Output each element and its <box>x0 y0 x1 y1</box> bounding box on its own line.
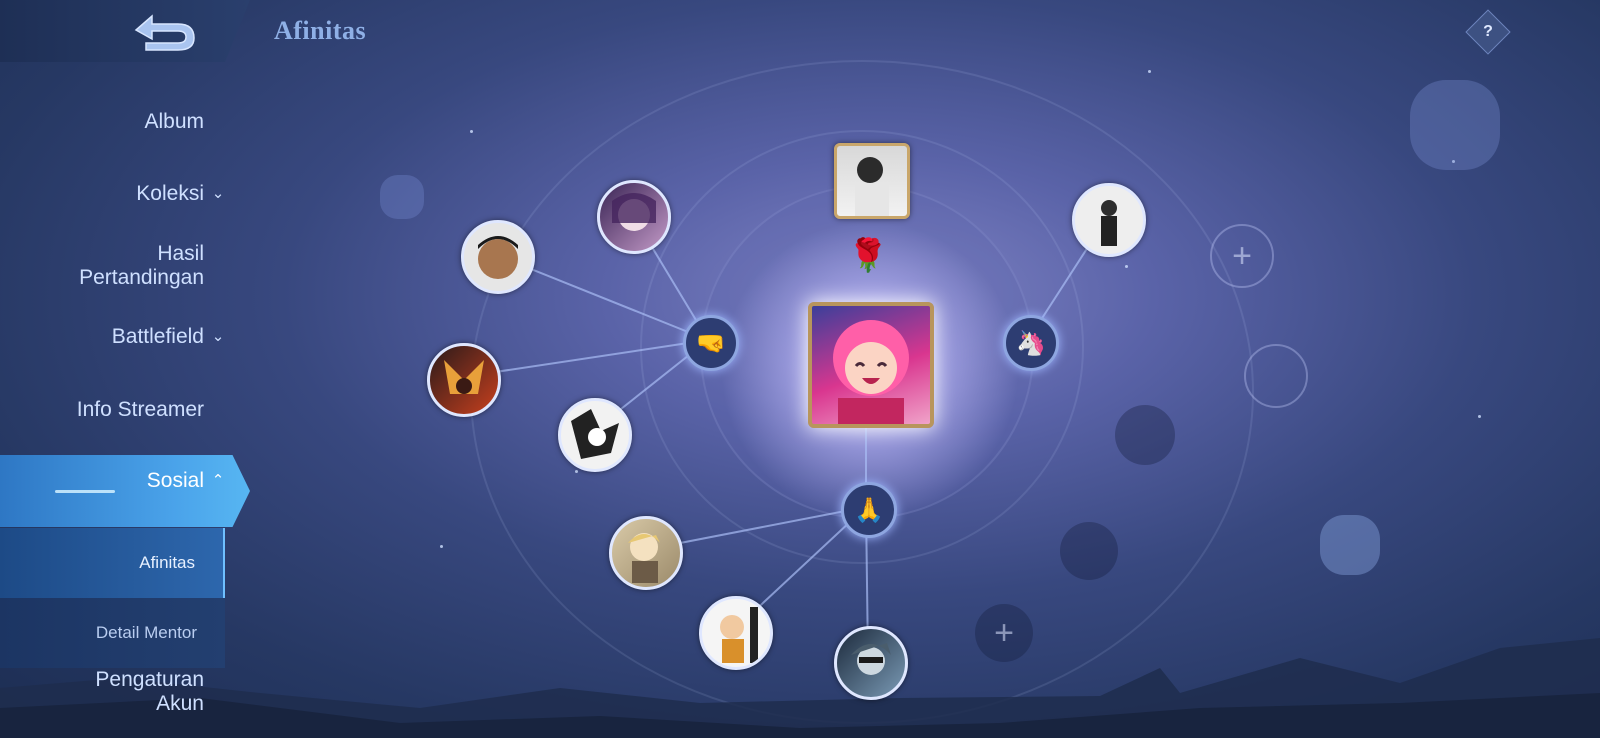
friend-photo <box>444 360 484 394</box>
friend-avatar[interactable] <box>834 626 908 700</box>
friend-photo <box>571 409 619 459</box>
affinity-graph: + + 🌹 🤜 🦄 🙏 <box>0 0 1600 738</box>
empty-slot[interactable] <box>1060 522 1118 580</box>
plus-icon: + <box>994 613 1014 652</box>
friend-avatar[interactable] <box>699 596 773 670</box>
friend-avatar[interactable] <box>558 398 632 472</box>
friend-avatar[interactable] <box>427 343 501 417</box>
friend-avatar[interactable] <box>597 180 671 254</box>
clapping-hands-icon[interactable]: 🙏 <box>841 482 897 538</box>
friend-avatar[interactable] <box>461 220 535 294</box>
rose-icon: 🌹 <box>848 237 888 273</box>
plus-icon: + <box>1232 236 1252 275</box>
player-avatar[interactable] <box>808 302 934 428</box>
empty-slot-add[interactable]: + <box>1210 224 1274 288</box>
friend-photo <box>851 643 891 675</box>
friend-photo <box>720 607 758 663</box>
friend-avatar-top[interactable] <box>834 143 910 219</box>
empty-slot[interactable] <box>1115 405 1175 465</box>
hero-portrait-image <box>833 320 909 424</box>
friend-photo <box>628 533 660 583</box>
friend-photo <box>478 236 518 279</box>
unicorn-icon[interactable]: 🦄 <box>1003 315 1059 371</box>
empty-slot-add[interactable]: + <box>975 604 1033 662</box>
friend-photo <box>1101 200 1117 246</box>
friend-avatar[interactable] <box>1072 183 1146 257</box>
connection-lines <box>461 213 1109 661</box>
friend-photo <box>855 157 889 216</box>
friend-avatar[interactable] <box>609 516 683 590</box>
empty-slot[interactable] <box>1244 344 1308 408</box>
friend-photo <box>612 193 656 231</box>
fist-bump-icon[interactable]: 🤜 <box>683 315 739 371</box>
